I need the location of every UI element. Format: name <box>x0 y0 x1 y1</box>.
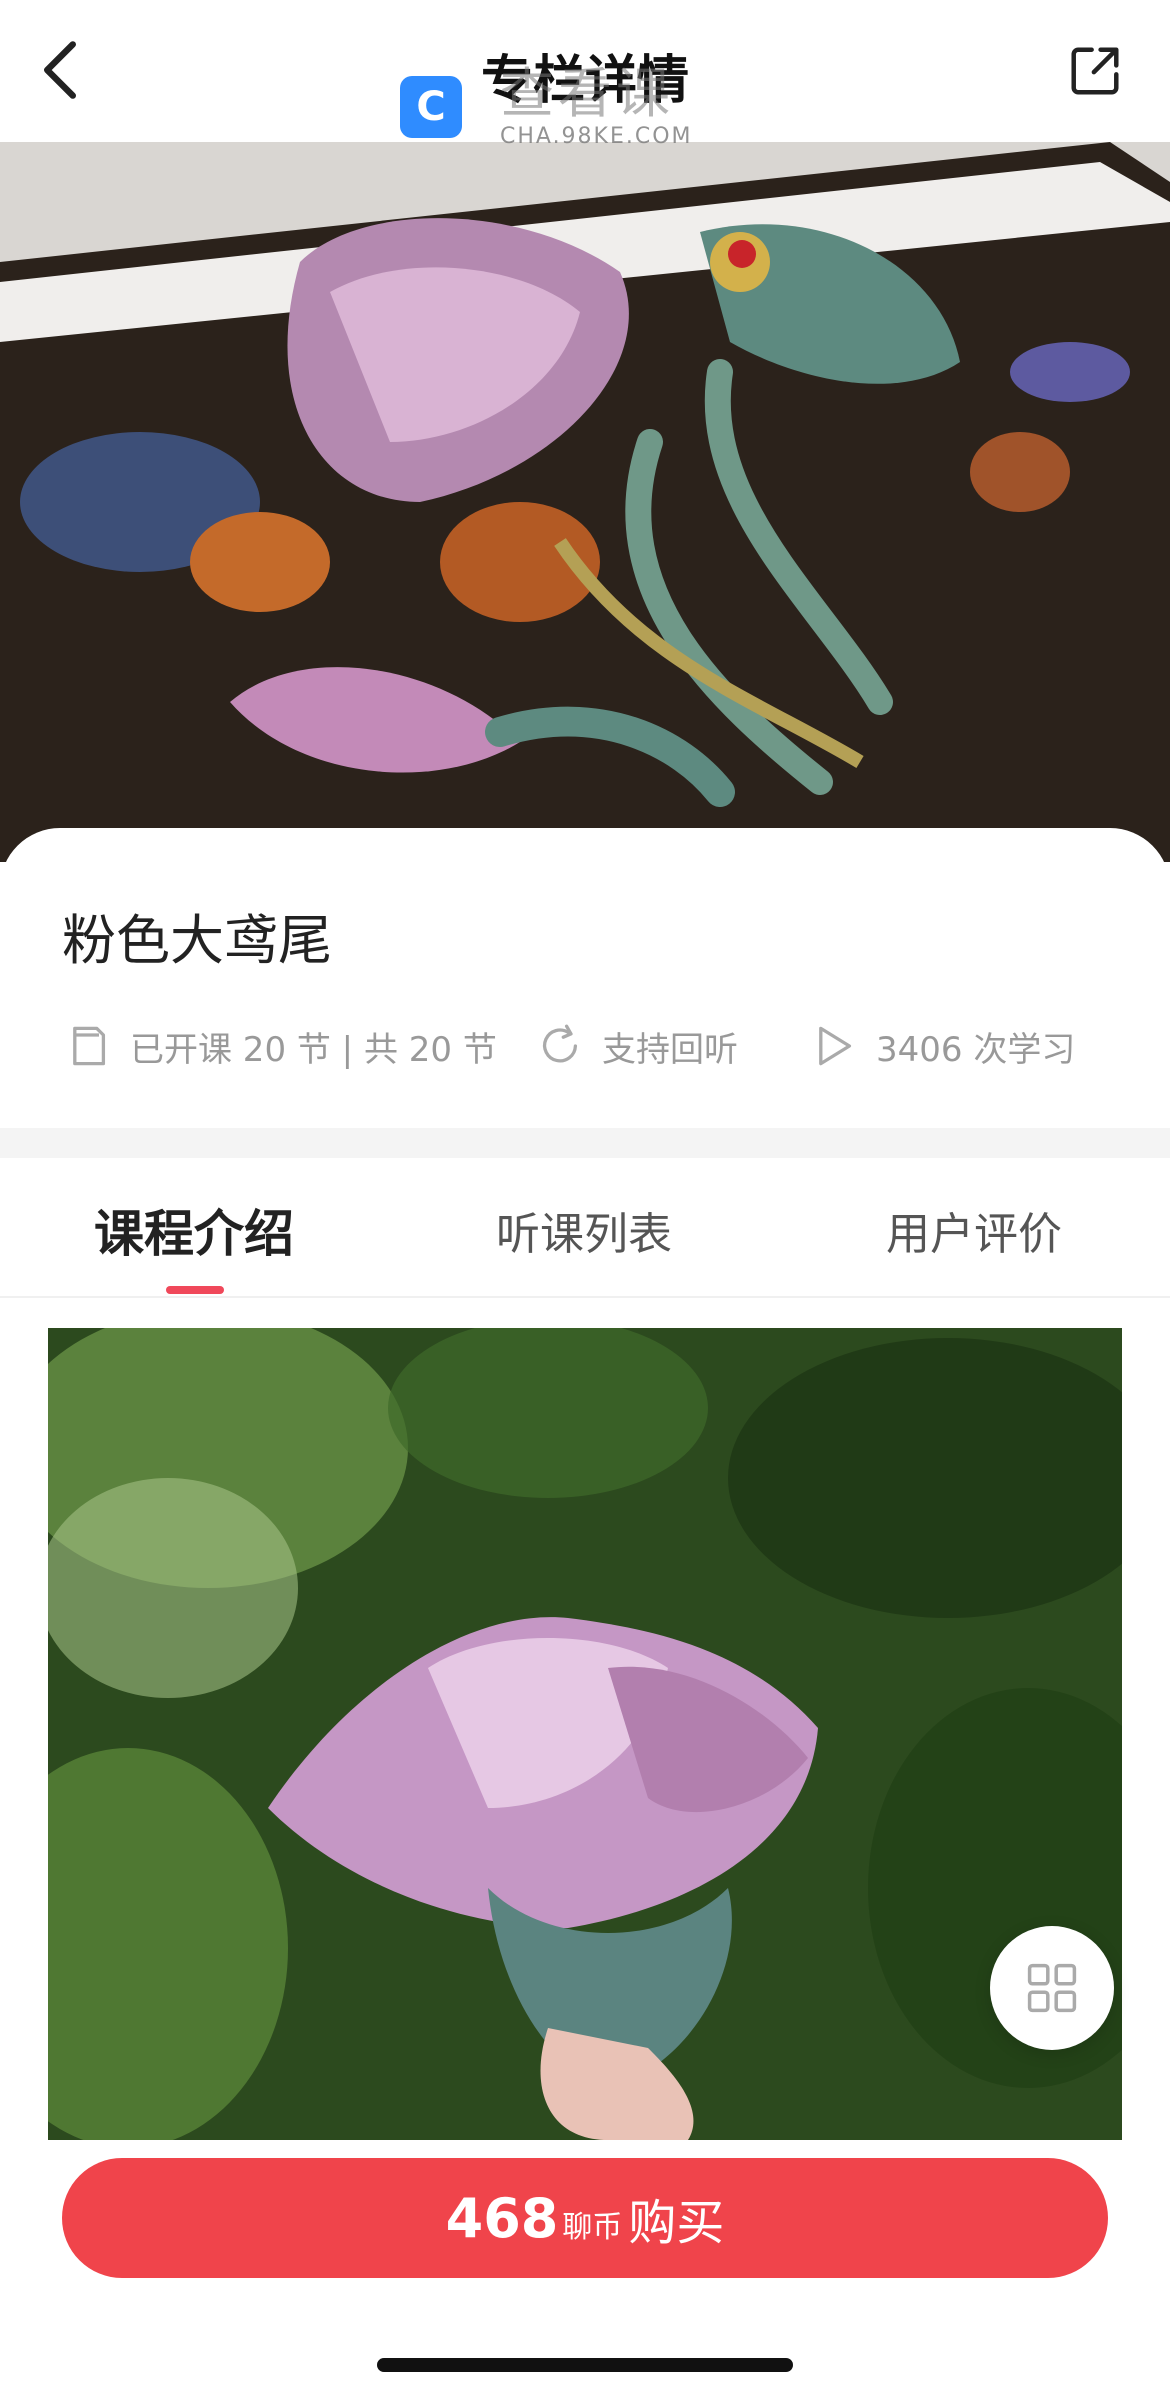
course-title: 粉色大鸢尾 <box>62 909 332 972</box>
lesson-count: 已开课 20 节 | 共 20 节 <box>66 1018 497 1074</box>
replay-text: 支持回听 <box>602 1029 738 1070</box>
learner-count: 3406 次学习 <box>812 1018 1075 1074</box>
watermark-logo-icon: C <box>400 75 462 138</box>
tab-course-intro[interactable]: 课程介绍 <box>94 1194 294 1266</box>
watermark: C 查看课 CHA.98KE.COM <box>400 64 693 149</box>
buy-label: 购买 <box>628 2195 725 2251</box>
tab-lesson-list[interactable]: 听课列表 <box>496 1198 672 1262</box>
course-intro-image <box>48 1328 1122 2140</box>
play-icon <box>819 1026 852 1066</box>
price-unit: 聊币 <box>562 2210 623 2245</box>
lesson-count-text: 已开课 20 节 | 共 20 节 <box>130 1029 497 1070</box>
watermark-text: 查看课 <box>500 62 674 125</box>
replay-support: 支持回听 <box>538 1018 738 1074</box>
buy-button[interactable]: 468 聊币 购买 <box>62 2158 1108 2278</box>
grid-menu-button[interactable] <box>990 1926 1114 2050</box>
home-indicator <box>377 2358 793 2372</box>
share-icon <box>1071 47 1119 95</box>
tab-bar: 课程介绍 听课列表 用户评价 <box>0 1158 1170 1298</box>
watermark-url: CHA.98KE.COM <box>500 124 693 149</box>
learner-count-text: 3406 次学习 <box>876 1029 1076 1070</box>
tab-user-reviews[interactable]: 用户评价 <box>886 1198 1062 1262</box>
course-cover-image <box>0 142 1170 862</box>
document-icon <box>73 1026 106 1066</box>
price: 468 <box>445 2186 559 2250</box>
section-divider <box>0 1128 1170 1158</box>
replay-icon <box>542 1024 578 1063</box>
active-tab-indicator <box>166 1286 224 1294</box>
share-button[interactable] <box>1060 36 1130 106</box>
course-meta: 已开课 20 节 | 共 20 节 支持回听 3406 次学习 <box>0 1018 1170 1074</box>
course-info-card: 粉色大鸢尾 已开课 20 节 | 共 20 节 支持回听 3406 次学习 <box>0 828 1170 1128</box>
grid-icon <box>1027 1963 1077 2013</box>
